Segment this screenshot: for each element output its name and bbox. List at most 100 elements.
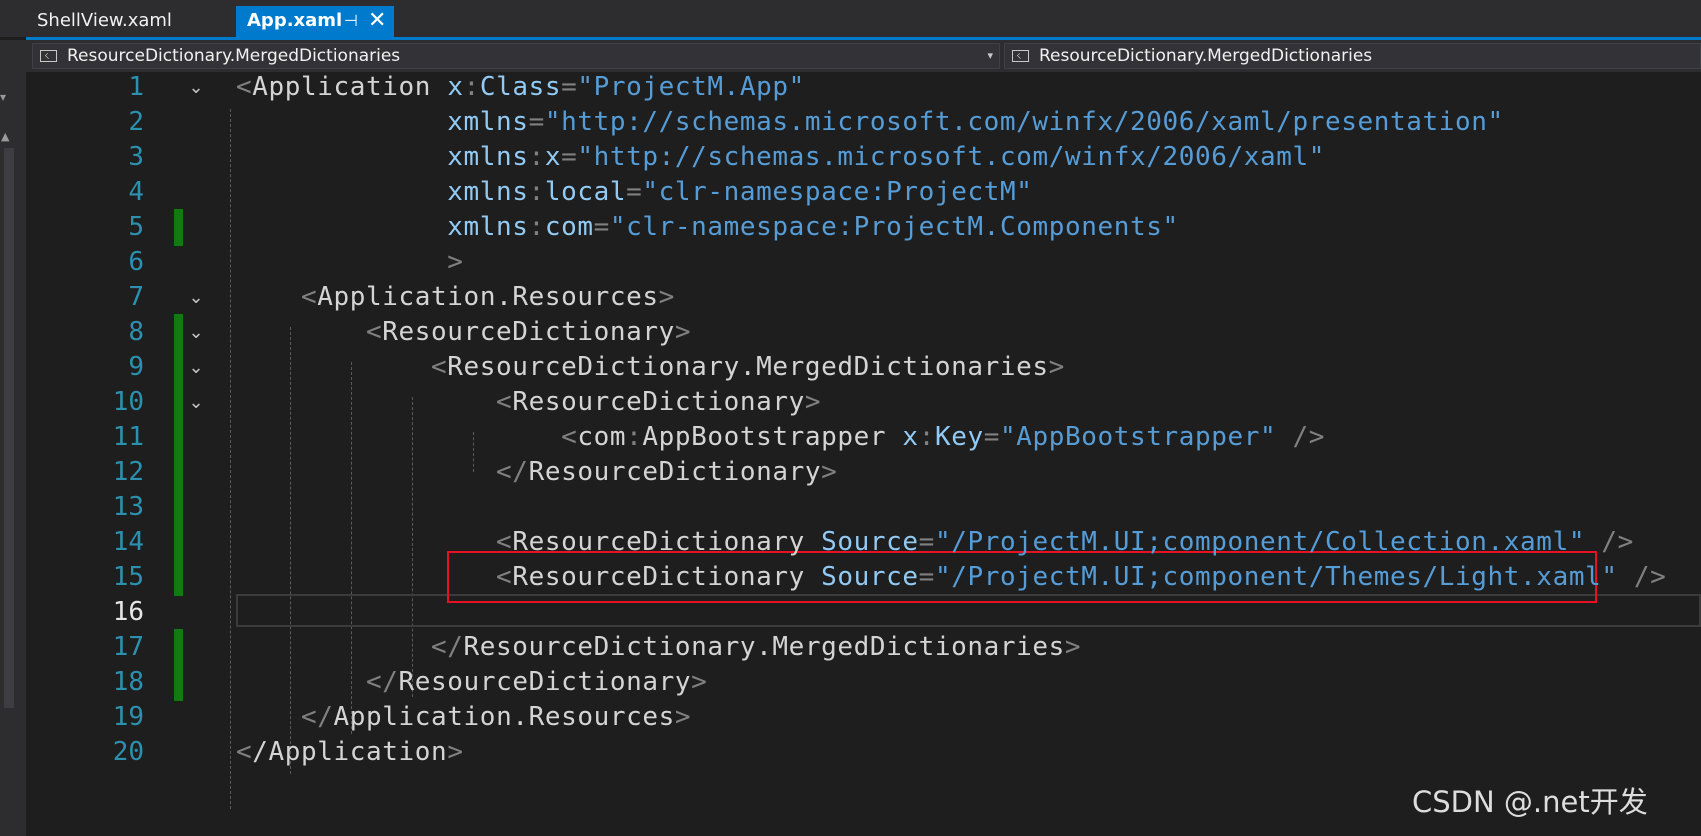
code-text[interactable]: </Application.Resources>	[236, 699, 691, 736]
code-token: >	[804, 387, 822, 417]
left-panel-strip: ▾ ▲	[0, 40, 26, 836]
code-token: =	[626, 177, 643, 207]
tab-shellview[interactable]: ShellView.xaml	[26, 6, 236, 37]
code-token: >	[674, 702, 692, 732]
code-line[interactable]: 15 <ResourceDictionary Source="/ProjectM…	[26, 559, 1701, 596]
line-number: 13	[112, 492, 144, 522]
code-text[interactable]: </ResourceDictionary>	[236, 454, 837, 491]
code-line[interactable]: 19 </Application.Resources>	[26, 699, 1701, 736]
code-token: </	[236, 702, 334, 732]
code-text[interactable]: xmlns="http://schemas.microsoft.com/winf…	[236, 104, 1504, 141]
line-number: 16	[112, 597, 144, 627]
code-line[interactable]: 3 xmlns:x="http://schemas.microsoft.com/…	[26, 139, 1701, 176]
code-line[interactable]: 2 xmlns="http://schemas.microsoft.com/wi…	[26, 104, 1701, 141]
fold-chevron-icon[interactable]: ⌄	[184, 384, 208, 421]
code-token: :	[528, 142, 545, 172]
code-line[interactable]: 16	[26, 594, 1701, 631]
code-editor[interactable]: 1 ⌄ <Application x:Class="ProjectM.App" 2 x…	[26, 72, 1701, 836]
code-text[interactable]: <ResourceDictionary.MergedDictionaries>	[236, 349, 1065, 386]
code-token: ResourceDictionary	[512, 387, 805, 417]
code-line[interactable]: 14 <ResourceDictionary Source="/ProjectM…	[26, 524, 1701, 561]
code-token: <	[236, 562, 513, 592]
code-token: Application.Resources	[317, 282, 659, 312]
code-token: "http://schemas.microsoft.com/winfx/2006…	[577, 142, 1326, 172]
code-token: Key	[934, 422, 984, 452]
code-token: </	[236, 632, 464, 662]
code-token: <	[236, 282, 318, 312]
code-text[interactable]: xmlns:local="clr-namespace:ProjectM"	[236, 174, 1032, 211]
scrollbar-thumb[interactable]	[4, 148, 14, 708]
code-token: />	[1276, 422, 1326, 452]
xaml-element-icon	[1012, 50, 1029, 62]
document-tab-strip: ShellView.xaml App.xaml ⊣ ✕	[0, 0, 1701, 37]
code-token: <	[236, 527, 513, 557]
code-text[interactable]: </ResourceDictionary>	[236, 664, 707, 701]
code-line[interactable]: 8 ⌄ <ResourceDictionary>	[26, 314, 1701, 351]
code-token: ResourceDictionary	[512, 527, 822, 557]
code-token: =	[918, 562, 935, 592]
code-line[interactable]: 20 </Application>	[26, 734, 1701, 771]
scope-dropdown-right[interactable]: ResourceDictionary.MergedDictionaries	[1004, 43, 1701, 69]
code-line[interactable]: 6 >	[26, 244, 1701, 281]
code-text[interactable]: </ResourceDictionary.MergedDictionaries>	[236, 629, 1081, 666]
code-line[interactable]: 13	[26, 489, 1701, 526]
tab-app-xaml-label: App.xaml	[247, 10, 343, 31]
code-line[interactable]: 5 xmlns:com="clr-namespace:ProjectM.Comp…	[26, 209, 1701, 246]
code-text[interactable]: <ResourceDictionary>	[236, 384, 821, 421]
code-token: >	[674, 317, 692, 347]
scope-dropdown-left[interactable]: ResourceDictionary.MergedDictionaries ▾	[32, 43, 1000, 69]
code-text[interactable]: <ResourceDictionary Source="/ProjectM.UI…	[236, 559, 1666, 596]
fold-chevron-icon[interactable]: ⌄	[184, 349, 208, 386]
change-marker	[174, 384, 183, 421]
code-token: =	[983, 422, 1000, 452]
code-token: =	[918, 527, 935, 557]
code-token: "clr-namespace:ProjectM.Components"	[609, 212, 1179, 242]
code-token: >	[1048, 352, 1065, 382]
pin-icon[interactable]: ⊣	[344, 6, 358, 35]
code-line[interactable]: 4 xmlns:local="clr-namespace:ProjectM"	[26, 174, 1701, 211]
code-text[interactable]: xmlns:x="http://schemas.microsoft.com/wi…	[236, 139, 1325, 176]
code-line[interactable]: 17 </ResourceDictionary.MergedDictionari…	[26, 629, 1701, 666]
code-line[interactable]: 9 ⌄ <ResourceDictionary.MergedDictionarie…	[26, 349, 1701, 386]
fold-chevron-icon[interactable]: ⌄	[184, 314, 208, 351]
code-token: /Application	[252, 737, 448, 767]
code-line[interactable]: 18 </ResourceDictionary>	[26, 664, 1701, 701]
code-token: <	[236, 737, 253, 767]
code-token: Application	[252, 72, 448, 102]
line-number: 19	[112, 702, 144, 732]
scroll-up-icon[interactable]: ▲	[1, 130, 9, 143]
tab-app-xaml[interactable]: App.xaml ⊣ ✕	[236, 6, 394, 37]
code-token: >	[236, 247, 464, 277]
code-line[interactable]: 10 ⌄ <ResourceDictionary>	[26, 384, 1701, 421]
code-text[interactable]: <Application x:Class="ProjectM.App"	[236, 69, 805, 106]
code-token: :	[463, 72, 480, 102]
code-text[interactable]: >	[236, 244, 464, 281]
navigation-bar: ResourceDictionary.MergedDictionaries ▾ …	[26, 40, 1701, 72]
line-number: 2	[128, 107, 144, 137]
code-line[interactable]: 7 ⌄ <Application.Resources>	[26, 279, 1701, 316]
chevron-down-icon[interactable]: ▾	[987, 44, 993, 68]
code-text[interactable]: xmlns:com="clr-namespace:ProjectM.Compon…	[236, 209, 1179, 246]
code-text[interactable]: </Application>	[236, 734, 464, 771]
close-icon[interactable]: ✕	[368, 6, 386, 35]
code-text[interactable]: <ResourceDictionary>	[236, 314, 691, 351]
watermark: CSDN @.net开发	[1412, 785, 1648, 819]
code-line[interactable]: 1 ⌄ <Application x:Class="ProjectM.App"	[26, 69, 1701, 106]
code-text[interactable]: <Application.Resources>	[236, 279, 675, 316]
scope-right-label: ResourceDictionary.MergedDictionaries	[1039, 46, 1373, 66]
code-token: =	[561, 142, 578, 172]
line-number: 15	[112, 562, 144, 592]
code-token: />	[1617, 562, 1667, 592]
code-text[interactable]: <com:AppBootstrapper x:Key="AppBootstrap…	[236, 419, 1325, 456]
line-number: 4	[128, 177, 144, 207]
fold-chevron-icon[interactable]: ⌄	[184, 279, 208, 316]
dropdown-arrow-icon[interactable]: ▾	[0, 90, 6, 104]
code-token: =	[593, 212, 610, 242]
change-marker	[174, 524, 183, 561]
fold-chevron-icon[interactable]: ⌄	[184, 69, 208, 106]
code-line[interactable]: 12 </ResourceDictionary>	[26, 454, 1701, 491]
code-line[interactable]: 11 <com:AppBootstrapper x:Key="AppBootst…	[26, 419, 1701, 456]
code-token: Source	[821, 527, 919, 557]
code-text[interactable]: <ResourceDictionary Source="/ProjectM.UI…	[236, 524, 1634, 561]
line-number: 5	[128, 212, 144, 242]
